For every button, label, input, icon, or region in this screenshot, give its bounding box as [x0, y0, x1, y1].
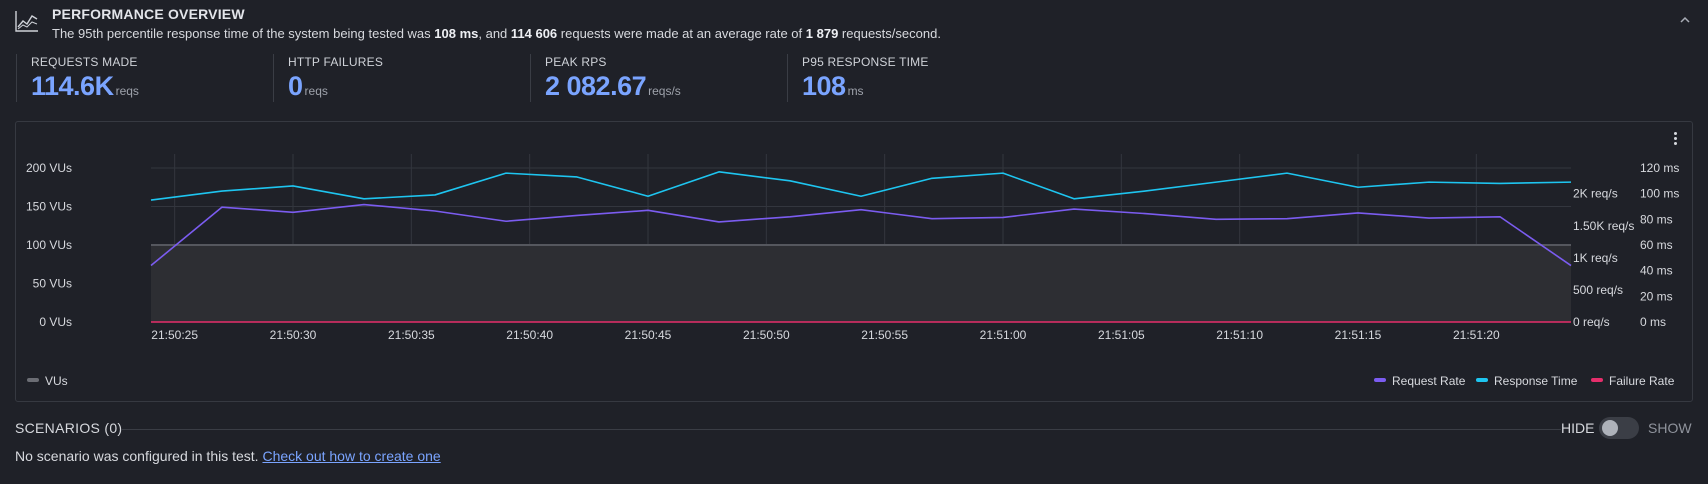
x-tick-label: 21:50:35	[388, 328, 435, 342]
series-area-vus	[151, 245, 1571, 322]
y-tick-label-rps: 0 req/s	[1573, 315, 1610, 329]
kebab-menu-icon[interactable]	[1670, 130, 1680, 146]
stat-label: HTTP FAILURES	[288, 55, 384, 69]
stat-value: 114.6K	[31, 71, 114, 101]
y-tick-label-ms: 100 ms	[1640, 187, 1679, 201]
stat-value: 2 082.67	[545, 71, 647, 101]
chevron-up-icon	[1680, 16, 1690, 23]
stat-label: REQUESTS MADE	[31, 55, 138, 69]
y-tick-label-rps: 1K req/s	[1573, 251, 1618, 265]
toggle-knob	[1602, 420, 1618, 436]
stat-value: 0	[288, 71, 303, 101]
hide-label: HIDE	[1561, 420, 1595, 436]
y-tick-label-vus: 0 VUs	[39, 315, 72, 329]
x-tick-label: 21:50:25	[151, 328, 198, 342]
stat-http-failures: HTTP FAILURES 0 reqs	[273, 54, 383, 102]
stat-unit: ms	[847, 84, 864, 98]
x-tick-label: 21:51:05	[1098, 328, 1145, 342]
x-tick-label: 21:51:15	[1335, 328, 1382, 342]
legend-swatch	[1476, 378, 1488, 382]
x-tick-label: 21:51:10	[1216, 328, 1263, 342]
stat-peak-rps: PEAK RPS 2 082.67 reqs/s	[530, 54, 681, 102]
y-tick-label-ms: 60 ms	[1640, 238, 1673, 252]
p95-highlight: 108 ms	[434, 26, 479, 41]
create-scenario-link[interactable]: Check out how to create one	[262, 448, 440, 464]
legend-swatch	[1591, 378, 1603, 382]
performance-overview-panel: PERFORMANCE OVERVIEW The 95th percentile…	[0, 0, 1708, 484]
stat-unit: reqs	[115, 84, 139, 98]
panel-header: PERFORMANCE OVERVIEW The 95th percentile…	[0, 0, 1708, 48]
y-tick-label-ms: 120 ms	[1640, 161, 1679, 175]
legend-label-failure-rate: Failure Rate	[1609, 374, 1675, 388]
y-tick-label-vus: 100 VUs	[26, 238, 72, 252]
x-tick-label: 21:50:40	[506, 328, 553, 342]
x-tick-label: 21:50:50	[743, 328, 790, 342]
stat-p95-response-time: P95 RESPONSE TIME 108 ms	[787, 54, 929, 102]
scenarios-header: SCENARIOS (0) HIDE SHOW	[15, 416, 1693, 440]
y-tick-label-vus: 50 VUs	[33, 277, 72, 291]
performance-chart: 21:50:25 21:50:30 21:50:35 21:50:40 21:50:45…	[26, 154, 1679, 388]
stat-unit: reqs	[304, 84, 328, 98]
legend-label-response-time: Response Time	[1494, 374, 1578, 388]
x-tick-label: 21:50:45	[625, 328, 672, 342]
legend-label-vus: VUs	[45, 374, 68, 388]
stat-value: 108	[802, 71, 846, 101]
show-label: SHOW	[1648, 420, 1692, 436]
y-tick-label-vus: 150 VUs	[26, 200, 72, 214]
divider	[121, 429, 1561, 430]
legend-swatch	[1374, 378, 1386, 382]
requests-highlight: 114 606	[510, 26, 558, 41]
y-tick-label-ms: 0 ms	[1640, 315, 1666, 329]
line-chart-icon	[15, 11, 38, 32]
x-tick-label: 21:51:20	[1453, 328, 1500, 342]
y-tick-label-ms: 40 ms	[1640, 264, 1673, 278]
stats-row: REQUESTS MADE 114.6K reqs HTTP FAILURES 0…	[16, 54, 1016, 104]
no-scenario-message: No scenario was configured in this test.…	[15, 448, 441, 464]
panel-title: PERFORMANCE OVERVIEW	[52, 6, 245, 22]
y-tick-label-ms: 20 ms	[1640, 289, 1673, 303]
legend-swatch	[27, 378, 39, 382]
scenarios-toggle[interactable]	[1599, 417, 1639, 439]
stat-unit: reqs/s	[648, 84, 681, 98]
y-tick-label-rps: 2K req/s	[1573, 187, 1618, 201]
y-tick-label-rps: 500 req/s	[1573, 283, 1623, 297]
x-tick-label: 21:51:00	[980, 328, 1027, 342]
panel-description: The 95th percentile response time of the…	[52, 26, 941, 41]
chart-card: 21:50:25 21:50:30 21:50:35 21:50:40 21:50:45…	[15, 121, 1693, 402]
x-tick-label: 21:50:55	[861, 328, 908, 342]
scenarios-title: SCENARIOS (0)	[15, 420, 123, 436]
y-tick-label-ms: 80 ms	[1640, 212, 1673, 226]
x-tick-label: 21:50:30	[270, 328, 317, 342]
stat-label: P95 RESPONSE TIME	[802, 55, 929, 69]
collapse-button[interactable]	[1676, 14, 1694, 32]
stat-label: PEAK RPS	[545, 55, 607, 69]
stat-requests-made: REQUESTS MADE 114.6K reqs	[16, 54, 139, 102]
legend-label-request-rate: Request Rate	[1392, 374, 1466, 388]
rate-highlight: 1 879	[805, 26, 839, 41]
y-tick-label-vus: 200 VUs	[26, 161, 72, 175]
y-tick-label-rps: 1.50K req/s	[1573, 219, 1634, 233]
